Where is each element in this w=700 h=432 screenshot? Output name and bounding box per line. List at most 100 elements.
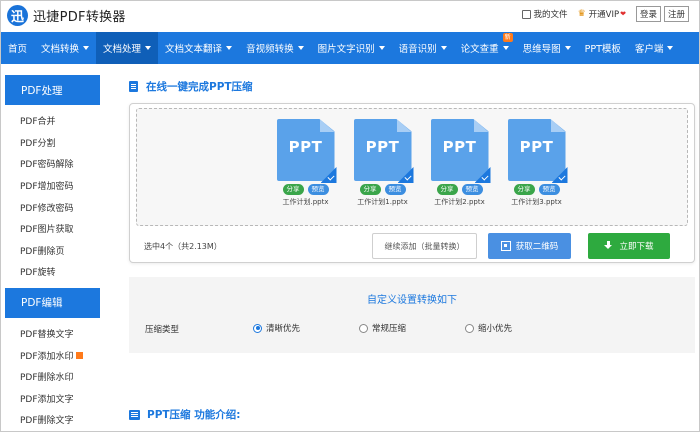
app-window: 迅 迅捷PDF转换器 我的文件 ♛ 开通VIP ❤ 登录 注册 首页 文档转换 … xyxy=(0,0,700,432)
nav-speech[interactable]: 语音识别 xyxy=(392,32,454,64)
logo[interactable]: 迅 迅捷PDF转换器 xyxy=(7,5,126,26)
sidebar-item-pdf-replace-text[interactable]: PDF替换文字 xyxy=(5,323,100,345)
chevron-down-icon xyxy=(667,46,674,50)
nav-label: 语音识别 xyxy=(398,44,437,55)
selected-count: 选中4个（共2.13M） xyxy=(144,242,222,251)
download-button[interactable]: 立即下载 xyxy=(588,233,670,259)
share-button[interactable]: 分享 xyxy=(282,184,304,195)
nav-plagiarism[interactable]: 论文查重新 xyxy=(454,32,516,64)
vip-heart-icon: ❤ xyxy=(620,10,626,18)
add-more-button[interactable]: 继续添加（批量转换） xyxy=(372,233,477,259)
file-actions: 分享 预览 xyxy=(358,184,408,195)
feature-intro-text: PPT压缩 功能介绍: xyxy=(147,409,241,421)
app-title: 迅捷PDF转换器 xyxy=(33,10,126,25)
section-title: 在线一键完成PPT压缩 xyxy=(129,75,695,97)
radio-normal-compress[interactable]: 常规压缩 xyxy=(359,322,406,334)
file-drop-area[interactable]: PPT 分享 预览 工作计划.pptx PPT 分享 预览 工作计划1.pptx… xyxy=(136,108,688,226)
get-qrcode-label: 获取二维码 xyxy=(515,242,559,252)
nav-translate[interactable]: 文档文本翻译 xyxy=(158,32,239,64)
hot-badge-icon xyxy=(75,351,83,359)
compress-settings: 自定义设置转换如下 压缩类型 清晰优先 常规压缩 缩小优先 xyxy=(129,277,695,353)
sidebar-item-pdf-delete-page[interactable]: PDF删除页 xyxy=(5,240,100,262)
upload-actions: 选中4个（共2.13M） 继续添加（批量转换） 获取二维码 立即下载 xyxy=(130,228,696,264)
sidebar-item-pdf-add-text[interactable]: PDF添加文字 xyxy=(5,388,100,410)
radio-label: 常规压缩 xyxy=(372,324,407,334)
nav-label: 文档文本翻译 xyxy=(165,44,223,55)
sidebar-item-pdf-merge[interactable]: PDF合并 xyxy=(5,110,100,132)
sidebar-item-pdf-extract-images[interactable]: PDF图片获取 xyxy=(5,218,100,240)
preview-button[interactable]: 预览 xyxy=(538,184,560,195)
file-actions: 分享 预览 xyxy=(281,184,331,195)
radio-dot xyxy=(465,323,474,333)
nav-av-convert[interactable]: 音视频转换 xyxy=(239,32,311,64)
ppt-icon-label: PPT xyxy=(288,138,323,156)
upload-panel: PPT 分享 预览 工作计划.pptx PPT 分享 预览 工作计划1.pptx… xyxy=(129,103,695,263)
nav-label: PPT模板 xyxy=(584,44,621,55)
chevron-down-icon xyxy=(297,46,304,50)
share-button[interactable]: 分享 xyxy=(513,184,535,195)
get-qrcode-button[interactable]: 获取二维码 xyxy=(488,233,571,259)
register-button[interactable]: 注册 xyxy=(663,6,689,22)
sidebar-item-pdf-rotate[interactable]: PDF旋转 xyxy=(5,261,100,283)
ppt-icon-label: PPT xyxy=(519,138,554,156)
nav-home[interactable]: 首页 xyxy=(1,32,34,64)
sidebar-item-pdf-add-password[interactable]: PDF增加密码 xyxy=(5,175,100,197)
main-content: 在线一键完成PPT压缩 PPT 分享 预览 工作计划.pptx PPT 分享 预… xyxy=(129,75,695,421)
preview-button[interactable]: 预览 xyxy=(307,184,329,195)
ppt-icon-label: PPT xyxy=(442,138,477,156)
nav-ppt-template[interactable]: PPT模板 xyxy=(578,32,628,64)
open-vip-link[interactable]: ♛ 开通VIP ❤ xyxy=(578,8,626,20)
nav-label: 客户端 xyxy=(634,44,664,55)
sidebar-item-pdf-delete-text[interactable]: PDF删除文字 xyxy=(5,409,100,431)
sidebar-group-pdf-edit[interactable]: PDF编辑 xyxy=(5,287,100,318)
nav-label: 音视频转换 xyxy=(246,44,294,55)
file-card[interactable]: PPT 分享 预览 工作计划1.pptx xyxy=(344,119,421,207)
settings-title: 自定义设置转换如下 xyxy=(367,295,457,306)
nav-mindmap[interactable]: 思维导图 xyxy=(516,32,578,64)
sidebar-item-pdf-split[interactable]: PDF分割 xyxy=(5,132,100,154)
ppt-file-icon: PPT xyxy=(430,119,491,183)
download-icon xyxy=(604,241,613,251)
nav-label: 图片文字识别 xyxy=(317,44,375,55)
nav-doc-convert[interactable]: 文档转换 xyxy=(34,32,96,64)
nav-image-ocr[interactable]: 图片文字识别 xyxy=(311,32,392,64)
sidebar-list-process: PDF合并 PDF分割 PDF密码解除 PDF增加密码 PDF修改密码 PDF图… xyxy=(5,105,100,283)
preview-button[interactable]: 预览 xyxy=(461,184,483,195)
chevron-down-icon xyxy=(83,46,90,50)
logo-icon: 迅 xyxy=(7,5,28,26)
nav-doc-process[interactable]: 文档处理 xyxy=(96,32,159,64)
sidebar-item-pdf-unlock[interactable]: PDF密码解除 xyxy=(5,153,100,175)
radio-label: 清晰优先 xyxy=(266,324,301,334)
preview-button[interactable]: 预览 xyxy=(384,184,406,195)
sidebar-list-edit: PDF替换文字 PDF添加水印 PDF删除水印 PDF添加文字 PDF删除文字 xyxy=(5,318,100,431)
section-title-text: 在线一键完成PPT压缩 xyxy=(146,80,253,93)
list-icon xyxy=(129,409,140,420)
share-button[interactable]: 分享 xyxy=(436,184,458,195)
file-actions: 分享 预览 xyxy=(435,184,485,195)
file-icon xyxy=(521,9,531,19)
login-button[interactable]: 登录 xyxy=(635,6,661,22)
sidebar-item-pdf-add-watermark[interactable]: PDF添加水印 xyxy=(5,344,100,366)
chevron-down-icon xyxy=(378,46,385,50)
file-card[interactable]: PPT 分享 预览 工作计划3.pptx xyxy=(498,119,575,207)
radio-clarity-first[interactable]: 清晰优先 xyxy=(253,322,300,334)
top-header: 迅 迅捷PDF转换器 我的文件 ♛ 开通VIP ❤ 登录 注册 xyxy=(1,1,699,29)
file-card[interactable]: PPT 分享 预览 工作计划2.pptx xyxy=(421,119,498,207)
document-icon xyxy=(129,80,138,92)
sidebar-group-pdf-process[interactable]: PDF处理 xyxy=(5,75,100,105)
radio-dot xyxy=(253,323,262,333)
share-button[interactable]: 分享 xyxy=(359,184,381,195)
radio-size-first[interactable]: 缩小优先 xyxy=(465,322,512,334)
chevron-down-icon xyxy=(564,46,571,50)
qrcode-icon xyxy=(500,241,511,251)
new-badge: 新 xyxy=(502,33,513,42)
sidebar-item-pdf-change-password[interactable]: PDF修改密码 xyxy=(5,196,100,218)
ppt-file-icon: PPT xyxy=(353,119,414,183)
nav-client[interactable]: 客户端 xyxy=(628,32,681,64)
download-label: 立即下载 xyxy=(619,242,654,252)
file-card[interactable]: PPT 分享 预览 工作计划.pptx xyxy=(267,119,344,207)
file-name: 工作计划.pptx xyxy=(282,198,329,206)
chevron-down-icon xyxy=(440,46,447,50)
my-files-link[interactable]: 我的文件 xyxy=(521,8,568,20)
sidebar-item-pdf-remove-watermark[interactable]: PDF删除水印 xyxy=(5,366,100,388)
